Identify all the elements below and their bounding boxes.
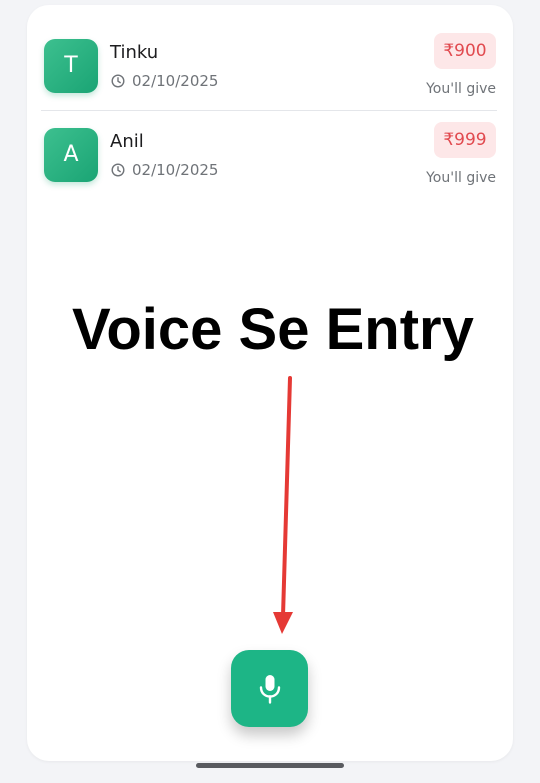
clock-icon (111, 74, 125, 88)
entry-date-text: 02/10/2025 (132, 72, 219, 90)
entry-date: 02/10/2025 (111, 160, 218, 180)
avatar: A (44, 128, 98, 182)
microphone-icon (259, 674, 280, 704)
voice-entry-button[interactable] (231, 650, 308, 727)
entry-date: 02/10/2025 (111, 71, 218, 91)
amount-badge: ₹999 (434, 122, 496, 158)
home-indicator[interactable] (196, 763, 344, 768)
entry-date-text: 02/10/2025 (132, 161, 219, 179)
annotation-arrow-icon (273, 376, 293, 634)
voice-entry-annotation: Voice Se Entry (72, 297, 474, 362)
clock-icon (111, 163, 125, 177)
balance-status-label: You'll give (426, 81, 496, 97)
customer-name: Tinku (110, 42, 159, 63)
customer-name: Anil (110, 131, 144, 152)
amount-badge: ₹900 (434, 33, 496, 69)
avatar: T (44, 39, 98, 93)
customer-row-anil[interactable]: A Anil 02/10/2025 ₹999 You'll give (27, 122, 513, 212)
balance-status-label: You'll give (426, 170, 496, 186)
row-divider (41, 110, 497, 111)
